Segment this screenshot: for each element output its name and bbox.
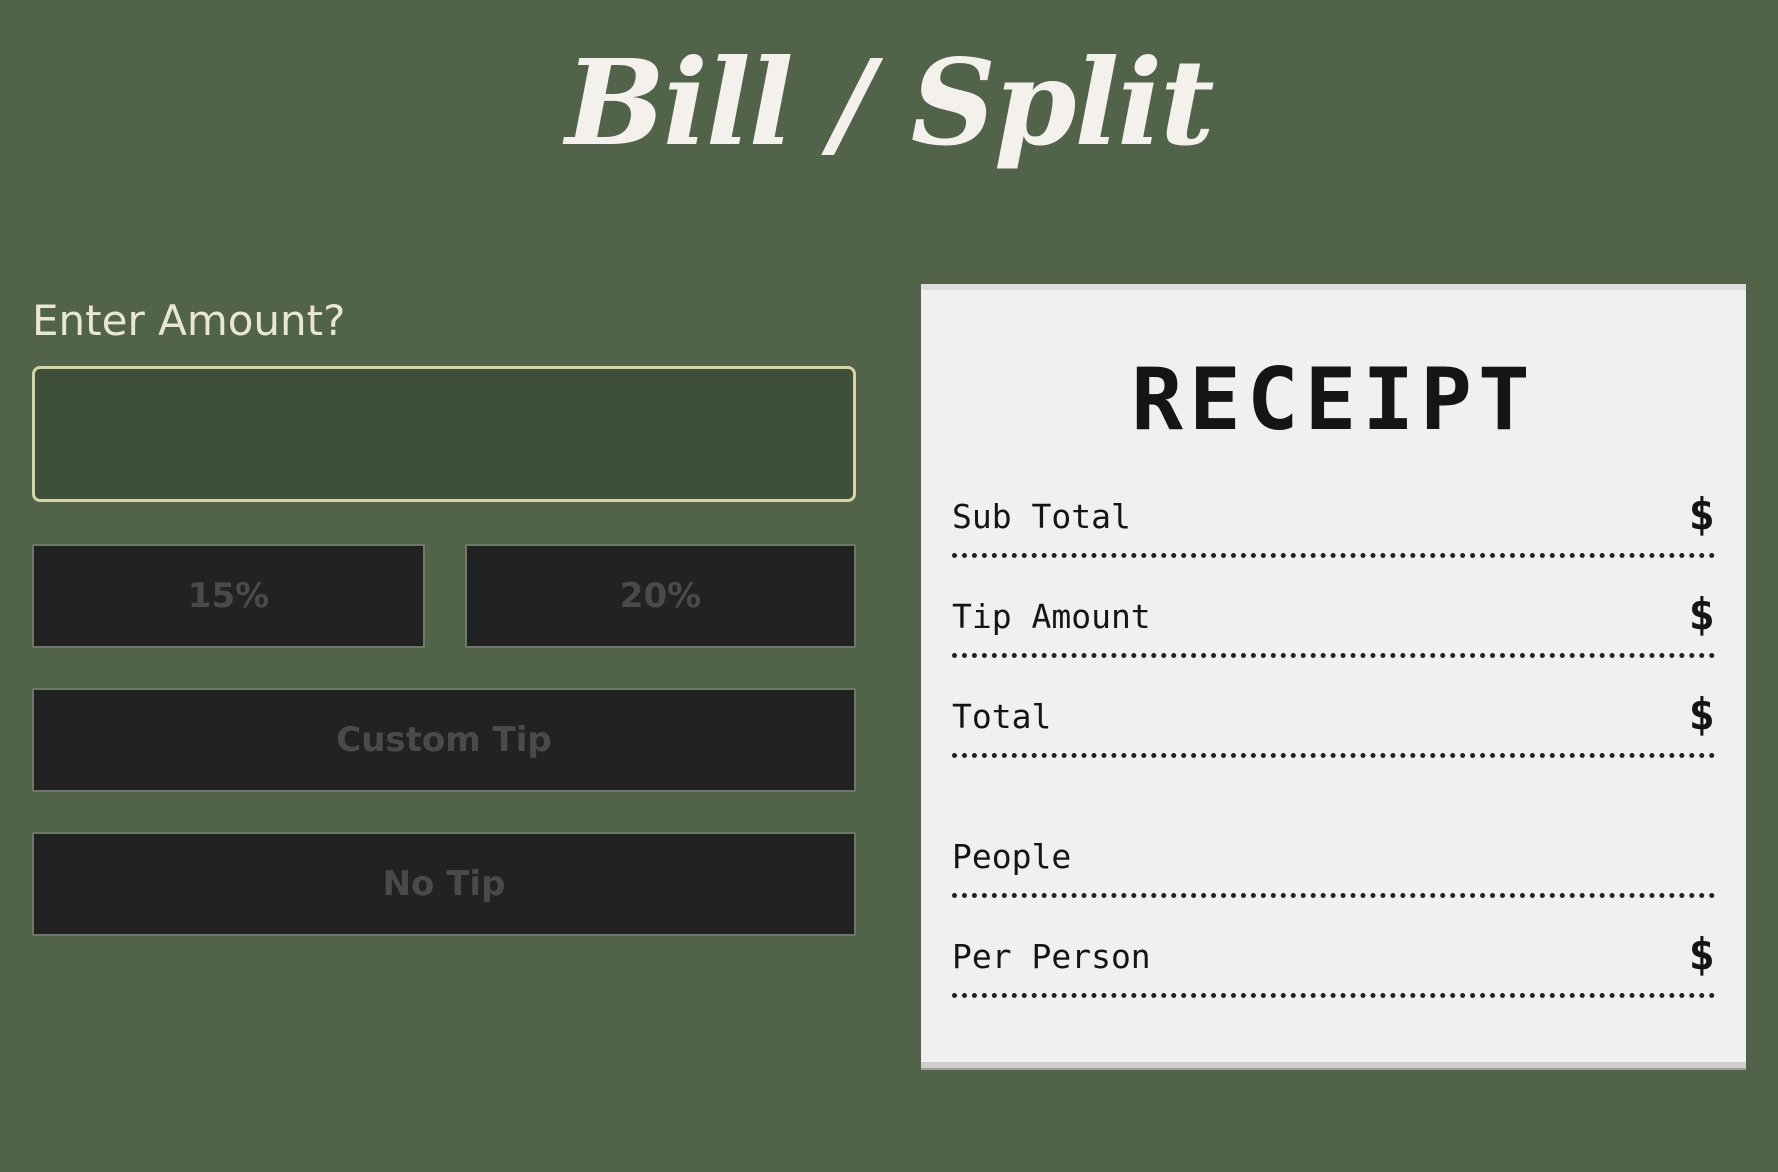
subtotal-label: Sub Total	[952, 497, 1131, 536]
total-value: $	[1688, 689, 1716, 740]
total-label: Total	[952, 697, 1052, 736]
tip-amount-label: Tip Amount	[952, 597, 1151, 636]
per-person-label: Per Person	[952, 937, 1151, 976]
subtotal-row: Sub Total $	[952, 489, 1715, 558]
no-tip-button[interactable]: No Tip	[32, 832, 856, 936]
amount-label: Enter Amount?	[32, 296, 346, 345]
per-person-value: $	[1688, 929, 1716, 980]
tip-20-button[interactable]: 20%	[465, 544, 856, 648]
receipt-panel: RECEIPT Sub Total $ Tip Amount $ Total $…	[921, 284, 1746, 1068]
people-label: People	[952, 837, 1072, 876]
tip-amount-row: Tip Amount $	[952, 589, 1715, 658]
amount-input[interactable]	[32, 366, 856, 502]
people-row: People	[952, 833, 1715, 898]
custom-tip-button[interactable]: Custom Tip	[32, 688, 856, 792]
total-row: Total $	[952, 689, 1715, 758]
subtotal-value: $	[1688, 489, 1716, 540]
per-person-row: Per Person $	[952, 929, 1715, 998]
tip-15-button[interactable]: 15%	[32, 544, 425, 648]
tip-amount-value: $	[1688, 589, 1716, 640]
receipt-title: RECEIPT	[1131, 350, 1536, 450]
app-title: Bill / Split	[565, 33, 1214, 172]
